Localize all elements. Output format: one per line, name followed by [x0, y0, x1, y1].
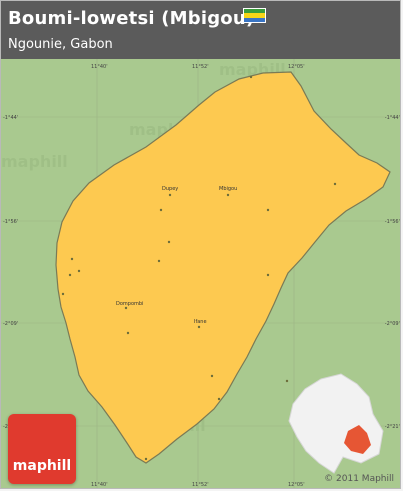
place-dot[interactable]: [249, 75, 253, 79]
tick-label: -1°44': [3, 115, 18, 121]
map-subtitle: Ngounie, Gabon: [8, 37, 113, 52]
place-dot[interactable]: [333, 182, 337, 186]
map-header: Boumi-lowetsi (Mbigou) Ngounie, Gabon: [1, 1, 400, 59]
copyright-notice: © 2011 Maphill: [324, 474, 394, 484]
gabon-flag-icon: [243, 8, 266, 23]
place-dot[interactable]: [144, 457, 148, 461]
map-frame: Boumi-lowetsi (Mbigou) Ngounie, Gabon ma…: [0, 0, 401, 489]
place-dot[interactable]: [77, 269, 81, 273]
place-dot[interactable]: [70, 257, 74, 261]
place-dot[interactable]: [124, 306, 128, 310]
tick-label: -2°09': [385, 321, 400, 327]
map-title: Boumi-lowetsi (Mbigou): [8, 8, 255, 29]
place-label-ifane: Ifane: [194, 319, 207, 325]
tick-label: -1°44': [385, 115, 400, 121]
tick-label: -2°21': [385, 424, 400, 430]
tick-label: 11°40': [91, 482, 108, 488]
tick-label: 11°52': [192, 482, 209, 488]
place-dot[interactable]: [266, 273, 270, 277]
place-dot[interactable]: [285, 379, 289, 383]
place-dot[interactable]: [159, 208, 163, 212]
watermark-text: maphill: [1, 152, 68, 171]
flag-stripe-blue: [244, 17, 265, 22]
tick-label: -2°09': [3, 321, 18, 327]
tick-label: 12°05': [288, 64, 305, 70]
tick-label: 11°52': [192, 64, 209, 70]
place-dot[interactable]: [226, 193, 230, 197]
place-dot[interactable]: [197, 325, 201, 329]
tick-label: -1°56': [3, 219, 18, 225]
maphill-logo-text: maphill: [12, 458, 72, 474]
place-label-dupey: Dupey: [162, 186, 178, 192]
tick-label: 12°05': [288, 482, 305, 488]
place-dot[interactable]: [266, 208, 270, 212]
place-label-dompombi: Dompombi: [116, 301, 143, 307]
place-dot[interactable]: [168, 193, 172, 197]
place-dot[interactable]: [61, 292, 65, 296]
place-label-mbigou: Mbigou: [219, 186, 237, 192]
place-dot[interactable]: [126, 331, 130, 335]
place-dot[interactable]: [157, 259, 161, 263]
maphill-logo[interactable]: maphill: [8, 414, 76, 484]
tick-label: -1°56': [385, 219, 400, 225]
place-dot[interactable]: [68, 273, 72, 277]
place-dot[interactable]: [217, 397, 221, 401]
place-dot[interactable]: [210, 374, 214, 378]
place-dot[interactable]: [167, 240, 171, 244]
tick-label: 11°40': [91, 64, 108, 70]
